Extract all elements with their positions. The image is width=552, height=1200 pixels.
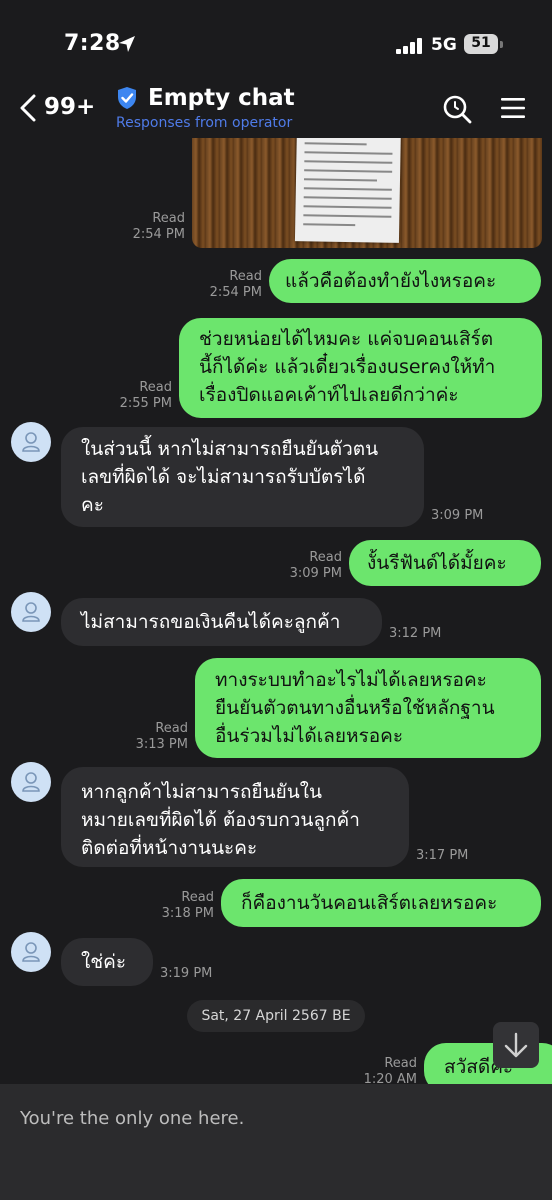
message-text-line: ในส่วนนี้ หากไม่สามารถยืนยันตัวตน [81, 438, 379, 460]
photo-message[interactable] [192, 138, 542, 248]
battery-icon: 51 [464, 34, 504, 54]
unread-count[interactable]: 99+ [44, 94, 95, 120]
message-text-line: ช่วยหน่อยได้ไหมคะ แค่จบคอนเสิร์ต [199, 328, 494, 350]
status-time: 7:28 [64, 31, 121, 56]
message-time: 3:19 PM [160, 966, 213, 981]
message-list[interactable]: Read 2:54 PM Read 2:54 PM แล้วคือต้องทำย… [0, 138, 552, 1084]
message-meta: Read 3:09 PM [280, 550, 342, 582]
status-bar: 7:28 5G 51 [0, 0, 552, 80]
message-text-line: หมายเลขที่ผิดได้ ต้องรบกวนลูกค้า [81, 809, 360, 831]
back-chevron-icon[interactable] [18, 94, 38, 122]
scroll-to-bottom-button[interactable] [493, 1022, 539, 1068]
incoming-message-bubble[interactable]: ไม่สามารถขอเงินคืนได้คะลูกค้า [61, 598, 382, 646]
message-meta: Read 2:54 PM [188, 269, 262, 301]
message-text-line: นี้ก็ได้ค่ะ แล้วเดี๋ยวเรื่องuserคงให้ทำ [199, 356, 496, 378]
operator-avatar[interactable] [11, 762, 51, 802]
message-text-line: ใช่ค่ะ [81, 951, 127, 973]
read-receipt: Read [181, 890, 214, 905]
read-receipt: Read [139, 380, 172, 395]
chat-subtitle: Responses from operator [116, 115, 293, 131]
arrow-down-icon [504, 1032, 528, 1058]
outgoing-message-bubble[interactable]: ก็คืองานวันคอนเสิร์ตเลยหรอคะ [221, 879, 541, 927]
incoming-message-bubble[interactable]: หากลูกค้าไม่สามารถยืนยันใน หมายเลขที่ผิด… [61, 767, 409, 867]
outgoing-message-bubble[interactable]: แล้วคือต้องทำยังไงหรอคะ [269, 259, 541, 303]
user-icon [22, 432, 40, 452]
message-meta: Read 2:55 PM [110, 380, 172, 412]
message-time: 1:20 AM [363, 1072, 417, 1084]
menu-icon[interactable] [500, 96, 526, 120]
read-receipt: Read [229, 269, 262, 284]
message-time: 3:18 PM [161, 906, 214, 921]
operator-avatar[interactable] [11, 422, 51, 462]
message-text-line: เรื่องปิดแอคเค้าท์ไปเลยดีกว่าค่ะ [199, 384, 459, 406]
message-text-line: ยืนยันตัวตนทางอื่นหรือใช้หลักฐาน [215, 697, 495, 719]
user-icon [22, 772, 40, 792]
message-text-line: งั้นรีฟันด์ได้มั้ยคะ [367, 552, 507, 574]
message-time: 3:09 PM [431, 508, 484, 523]
location-arrow-icon [119, 36, 135, 52]
message-text-line: อื่นร่วมไม่ได้เลยหรอคะ [215, 725, 404, 747]
message-time: 3:12 PM [389, 626, 442, 641]
outgoing-message-bubble[interactable]: ทางระบบทำอะไรไม่ได้เลยหรอคะ ยืนยันตัวตนท… [195, 658, 541, 758]
user-icon [22, 602, 40, 622]
read-receipt: Read [384, 1056, 417, 1071]
date-separator: Sat, 27 April 2567 BE [187, 1000, 365, 1032]
incoming-message-bubble[interactable]: ใช่ค่ะ [61, 938, 153, 986]
operator-avatar[interactable] [11, 932, 51, 972]
battery-level: 51 [471, 35, 491, 51]
chat-footer: You're the only one here. [0, 1084, 552, 1200]
search-icon[interactable] [442, 94, 472, 124]
operator-avatar[interactable] [11, 592, 51, 632]
message-text-line: เลขที่ผิดได้ จะไม่สามารถรับบัตรได้ [81, 466, 366, 488]
message-text-line: ติดต่อที่หน้างานนะคะ [81, 837, 258, 859]
message-meta: Read 1:20 AM [355, 1056, 417, 1084]
read-receipt: Read [152, 211, 185, 226]
user-icon [22, 942, 40, 962]
receipt-image [294, 138, 402, 243]
chat-title[interactable]: Empty chat [148, 85, 295, 111]
message-text-line: ทางระบบทำอะไรไม่ได้เลยหรอคะ [215, 669, 487, 691]
read-receipt: Read [309, 550, 342, 565]
message-meta: Read 2:54 PM [110, 211, 185, 243]
message-time: 3:13 PM [135, 737, 188, 752]
message-time: 2:54 PM [132, 227, 185, 242]
chat-header: 99+ Empty chat Responses from operator [0, 80, 552, 138]
outgoing-message-bubble[interactable]: งั้นรีฟันด์ได้มั้ยคะ [349, 540, 541, 586]
message-text-line: แล้วคือต้องทำยังไงหรอคะ [285, 270, 497, 292]
network-type: 5G [431, 35, 457, 55]
message-time: 3:17 PM [416, 848, 469, 863]
empty-chat-notice: You're the only one here. [20, 1108, 245, 1129]
message-meta: Read 3:18 PM [150, 890, 214, 922]
read-receipt: Read [155, 721, 188, 736]
message-time: 3:09 PM [289, 566, 342, 581]
message-text-line: ไม่สามารถขอเงินคืนได้คะลูกค้า [81, 611, 341, 633]
cellular-signal-icon [396, 38, 422, 54]
verified-shield-icon [118, 87, 136, 109]
message-meta: Read 3:13 PM [124, 721, 188, 753]
message-text-line: หากลูกค้าไม่สามารถยืนยันใน [81, 781, 322, 803]
incoming-message-bubble[interactable]: ในส่วนนี้ หากไม่สามารถยืนยันตัวตน เลขที่… [61, 427, 424, 527]
message-text-line: คะ [81, 494, 104, 516]
message-time: 2:55 PM [119, 396, 172, 411]
message-text-line: ก็คืองานวันคอนเสิร์ตเลยหรอคะ [241, 892, 498, 914]
outgoing-message-bubble[interactable]: ช่วยหน่อยได้ไหมคะ แค่จบคอนเสิร์ต นี้ก็ได… [179, 318, 542, 418]
message-time: 2:54 PM [209, 285, 262, 300]
